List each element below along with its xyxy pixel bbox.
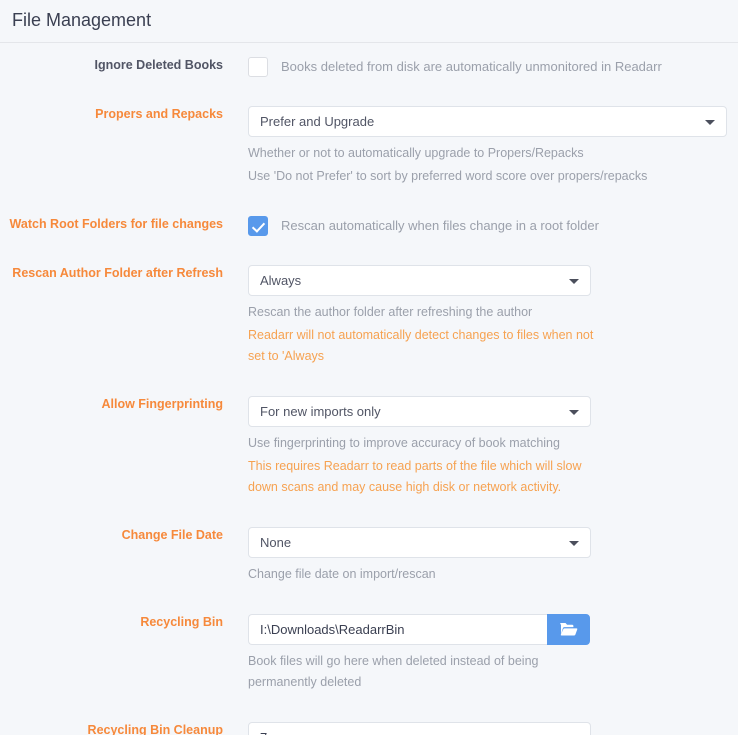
label-recycling-bin-cleanup: Recycling Bin Cleanup — [87, 723, 223, 735]
browse-folder-button[interactable] — [547, 614, 590, 645]
row-watch-root-folders: Watch Root Folders for file changes Resc… — [0, 216, 738, 236]
chevron-down-icon — [705, 119, 715, 125]
body-watch-root-folders: Rescan automatically when files change i… — [235, 216, 738, 236]
help-propers-and-repacks-2: Use 'Do not Prefer' to sort by preferred… — [248, 169, 648, 183]
help-propers-and-repacks-1: Whether or not to automatically upgrade … — [248, 146, 584, 160]
label-rescan-author-folder: Rescan Author Folder after Refresh — [12, 266, 223, 280]
select-change-file-date[interactable]: None — [248, 527, 591, 558]
select-allow-fingerprinting[interactable]: For new imports only — [248, 396, 591, 427]
select-value-allow-fingerprinting: For new imports only — [260, 404, 381, 419]
body-allow-fingerprinting: For new imports only Use fingerprinting … — [235, 396, 738, 498]
body-propers-and-repacks: Prefer and Upgrade Whether or not to aut… — [235, 106, 738, 187]
select-value-change-file-date: None — [260, 535, 292, 550]
recycling-bin-path-group: I:\Downloads\ReadarrBin — [248, 614, 738, 645]
help-change-file-date: Change file date on import/rescan — [248, 567, 436, 581]
help-rescan-author-folder: Rescan the author folder after refreshin… — [248, 305, 533, 319]
checkbox-label-watch-root-folders: Rescan automatically when files change i… — [281, 218, 599, 233]
row-change-file-date: Change File Date None Change file date o… — [0, 527, 738, 585]
help-allow-fingerprinting: Use fingerprinting to improve accuracy o… — [248, 436, 560, 450]
checkbox-label-ignore-deleted-books: Books deleted from disk are automaticall… — [281, 59, 662, 74]
row-recycling-bin-cleanup: Recycling Bin Cleanup 7 Set to 0 to disa… — [0, 722, 738, 735]
open-folder-icon — [560, 623, 578, 636]
checkbox-line-watch-root-folders: Rescan automatically when files change i… — [248, 216, 738, 236]
settings-form: Ignore Deleted Books Books deleted from … — [0, 43, 738, 735]
label-propers-and-repacks: Propers and Repacks — [95, 107, 223, 121]
label-recycling-bin: Recycling Bin — [140, 615, 223, 629]
warning-allow-fingerprinting: This requires Readarr to read parts of t… — [248, 459, 582, 494]
label-watch-root-folders: Watch Root Folders for file changes — [9, 217, 223, 231]
row-recycling-bin: Recycling Bin I:\Downloads\ReadarrBin Bo… — [0, 614, 738, 693]
panel-header: File Management — [0, 0, 738, 43]
checkbox-ignore-deleted-books[interactable] — [248, 57, 268, 77]
help-recycling-bin: Book files will go here when deleted ins… — [248, 654, 539, 689]
body-change-file-date: None Change file date on import/rescan — [235, 527, 738, 585]
select-value-propers-and-repacks: Prefer and Upgrade — [260, 114, 375, 129]
body-recycling-bin: I:\Downloads\ReadarrBin Book files will … — [235, 614, 738, 693]
label-change-file-date: Change File Date — [121, 528, 223, 542]
row-allow-fingerprinting: Allow Fingerprinting For new imports onl… — [0, 396, 738, 498]
row-ignore-deleted-books: Ignore Deleted Books Books deleted from … — [0, 57, 738, 77]
recycling-bin-cleanup-input[interactable]: 7 — [248, 722, 591, 735]
label-ignore-deleted-books: Ignore Deleted Books — [94, 58, 224, 72]
warning-rescan-author-folder: Readarr will not automatically detect ch… — [248, 328, 594, 363]
checkbox-line-ignore-deleted-books: Books deleted from disk are automaticall… — [248, 57, 738, 77]
select-propers-and-repacks[interactable]: Prefer and Upgrade — [248, 106, 727, 137]
chevron-down-icon — [569, 409, 579, 415]
body-ignore-deleted-books: Books deleted from disk are automaticall… — [235, 57, 738, 77]
body-recycling-bin-cleanup: 7 Set to 0 to disable automatic cleanup … — [235, 722, 738, 735]
select-rescan-author-folder[interactable]: Always — [248, 265, 591, 296]
row-rescan-author-folder: Rescan Author Folder after Refresh Alway… — [0, 265, 738, 367]
chevron-down-icon — [569, 278, 579, 284]
page-title: File Management — [12, 10, 152, 30]
row-propers-and-repacks: Propers and Repacks Prefer and Upgrade W… — [0, 106, 738, 187]
recycling-bin-input[interactable]: I:\Downloads\ReadarrBin — [248, 614, 547, 645]
select-value-rescan-author-folder: Always — [260, 273, 302, 288]
chevron-down-icon — [569, 540, 579, 546]
label-allow-fingerprinting: Allow Fingerprinting — [101, 397, 223, 411]
body-rescan-author-folder: Always Rescan the author folder after re… — [235, 265, 738, 367]
checkbox-watch-root-folders[interactable] — [248, 216, 268, 236]
file-management-settings-page: File Management Ignore Deleted Books Boo… — [0, 0, 738, 735]
